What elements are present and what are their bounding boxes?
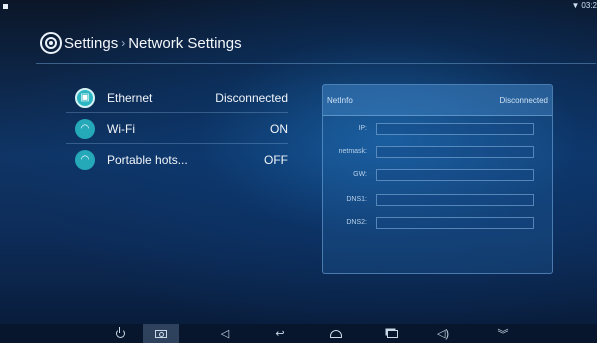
field-label: netmask:	[338, 148, 367, 155]
netinfo-field-dns1: DNS1:	[323, 194, 552, 208]
netinfo-title: NetInfo	[327, 95, 353, 105]
netinfo-status: Disconnected	[499, 95, 548, 105]
recent-apps-icon	[386, 329, 398, 338]
dns2-field	[376, 217, 534, 229]
wifi-icon: ◠	[75, 118, 95, 139]
list-item-wifi[interactable]: ◠ Wi-Fi ON	[66, 113, 288, 144]
notification-icon	[3, 4, 8, 9]
hotspot-label: Portable hots...	[107, 152, 188, 167]
power-button[interactable]	[102, 324, 138, 343]
recent-apps-button[interactable]	[374, 324, 410, 343]
ethernet-label: Ethernet	[107, 90, 153, 105]
volume-down-button[interactable]: ◁	[207, 324, 243, 343]
page-title: Network Settings	[128, 34, 242, 52]
navigation-bar: ◁ ↩ ◁) ︾	[0, 324, 597, 343]
back-icon: ↩	[275, 328, 285, 340]
volume-down-icon: ◁	[220, 328, 230, 340]
home-button[interactable]	[318, 324, 354, 343]
collapse-button[interactable]: ︾	[485, 324, 521, 343]
wifi-signal-icon: ▼	[571, 1, 580, 10]
header-divider	[36, 63, 596, 64]
home-icon	[330, 329, 342, 338]
breadcrumb-settings[interactable]: Settings	[64, 35, 118, 52]
wifi-status: ON	[270, 121, 288, 136]
page-header: Settings › Network Settings	[40, 30, 242, 56]
hotspot-icon: ◠	[75, 149, 95, 170]
gw-field	[376, 169, 534, 181]
status-time: 03:2	[581, 1, 597, 10]
netinfo-field-dns2: DNS2:	[323, 217, 552, 231]
ethernet-status: Disconnected	[215, 90, 288, 105]
status-bar: ▼ 03:2	[0, 0, 597, 14]
volume-up-icon: ◁)	[436, 328, 450, 340]
collapse-icon: ︾	[497, 328, 509, 341]
volume-up-button[interactable]: ◁)	[425, 324, 461, 343]
hotspot-status: OFF	[264, 152, 288, 167]
power-icon	[115, 327, 125, 338]
field-label: GW:	[353, 171, 367, 178]
netmask-field	[376, 146, 534, 158]
field-label: DNS1:	[346, 196, 367, 203]
netinfo-header: NetInfo Disconnected	[323, 85, 552, 116]
wifi-label: Wi-Fi	[107, 121, 135, 136]
ethernet-icon: ▣	[75, 87, 95, 108]
field-label: DNS2:	[346, 219, 367, 226]
netinfo-field-gw: GW:	[323, 169, 552, 183]
list-item-ethernet[interactable]: ▣ Ethernet Disconnected	[66, 82, 288, 113]
screenshot-icon	[155, 329, 167, 338]
network-list: ▣ Ethernet Disconnected ◠ Wi-Fi ON ◠ Por…	[66, 82, 288, 175]
netinfo-field-ip: IP:	[323, 123, 552, 137]
field-label: IP:	[358, 125, 367, 132]
breadcrumb-separator: ›	[121, 36, 126, 50]
status-right: ▼ 03:2	[572, 1, 597, 10]
netinfo-panel: NetInfo Disconnected IP: netmask: GW: DN…	[322, 84, 553, 274]
dns1-field	[376, 194, 534, 206]
settings-gear-icon[interactable]	[40, 32, 62, 54]
netinfo-field-netmask: netmask:	[323, 146, 552, 160]
back-button[interactable]: ↩	[262, 324, 298, 343]
list-item-portable-hotspot[interactable]: ◠ Portable hots... OFF	[66, 144, 288, 175]
screen: ▼ 03:2 Settings › Network Settings ▣ Ethe…	[0, 0, 597, 343]
screenshot-button[interactable]	[143, 324, 179, 343]
ip-field	[376, 123, 534, 135]
